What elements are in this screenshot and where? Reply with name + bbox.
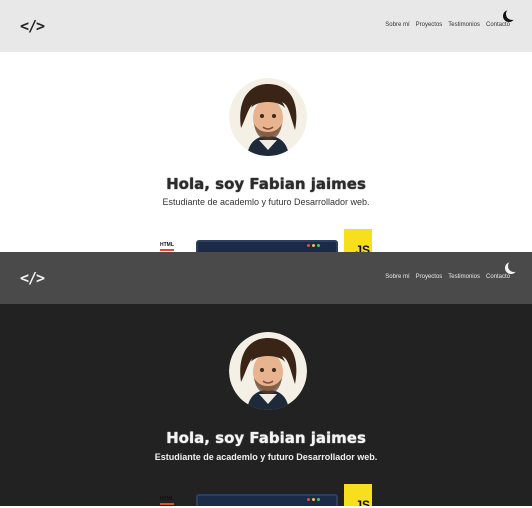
- nav-link-proyectos[interactable]: Proyectos: [416, 22, 443, 28]
- js-badge: JS: [344, 484, 372, 506]
- html-badge: HTML: [160, 496, 174, 505]
- nav-link-sobre-mi[interactable]: Sobre mí: [385, 22, 409, 28]
- html-badge: HTML: [160, 242, 174, 251]
- logo-code-icon[interactable]: </>: [20, 17, 45, 35]
- nav-link-contacto[interactable]: Contacto: [486, 274, 510, 280]
- js-badge: JS: [344, 229, 372, 252]
- nav-link-sobre-mi[interactable]: Sobre mí: [385, 274, 409, 280]
- nav-link-testimonios[interactable]: Testimonios: [448, 274, 480, 280]
- logo-code-icon[interactable]: </>: [20, 269, 45, 287]
- dark-theme-view: </> Sobre mí Proyectos Testimonios Conta…: [0, 252, 532, 506]
- nav-link-proyectos[interactable]: Proyectos: [416, 274, 443, 280]
- light-theme-view: </> Sobre mí Proyectos Testimonios Conta…: [0, 0, 532, 252]
- navbar: </> Sobre mí Proyectos Testimonios Conta…: [0, 252, 532, 304]
- hero-subtitle: Estudiante de academlo y futuro Desarrol…: [162, 197, 370, 207]
- code-editor-illustration: [196, 494, 338, 506]
- nav-link-contacto[interactable]: Contacto: [486, 22, 510, 28]
- nav-links: Sobre mí Proyectos Testimonios Contacto: [385, 22, 510, 28]
- avatar: [229, 332, 307, 410]
- navbar: </> Sobre mí Proyectos Testimonios Conta…: [0, 0, 532, 52]
- moon-icon[interactable]: [508, 260, 520, 272]
- avatar: [229, 78, 307, 156]
- code-editor-illustration: [196, 240, 338, 252]
- hero-title: Hola, soy Fabian jaimes: [166, 175, 366, 194]
- nav-links: Sobre mí Proyectos Testimonios Contacto: [385, 274, 510, 280]
- moon-icon[interactable]: [506, 8, 518, 20]
- nav-link-testimonios[interactable]: Testimonios: [448, 22, 480, 28]
- hero-subtitle: Estudiante de academlo y futuro Desarrol…: [154, 452, 378, 462]
- hero-title: Hola, soy Fabian jaimes: [166, 429, 366, 448]
